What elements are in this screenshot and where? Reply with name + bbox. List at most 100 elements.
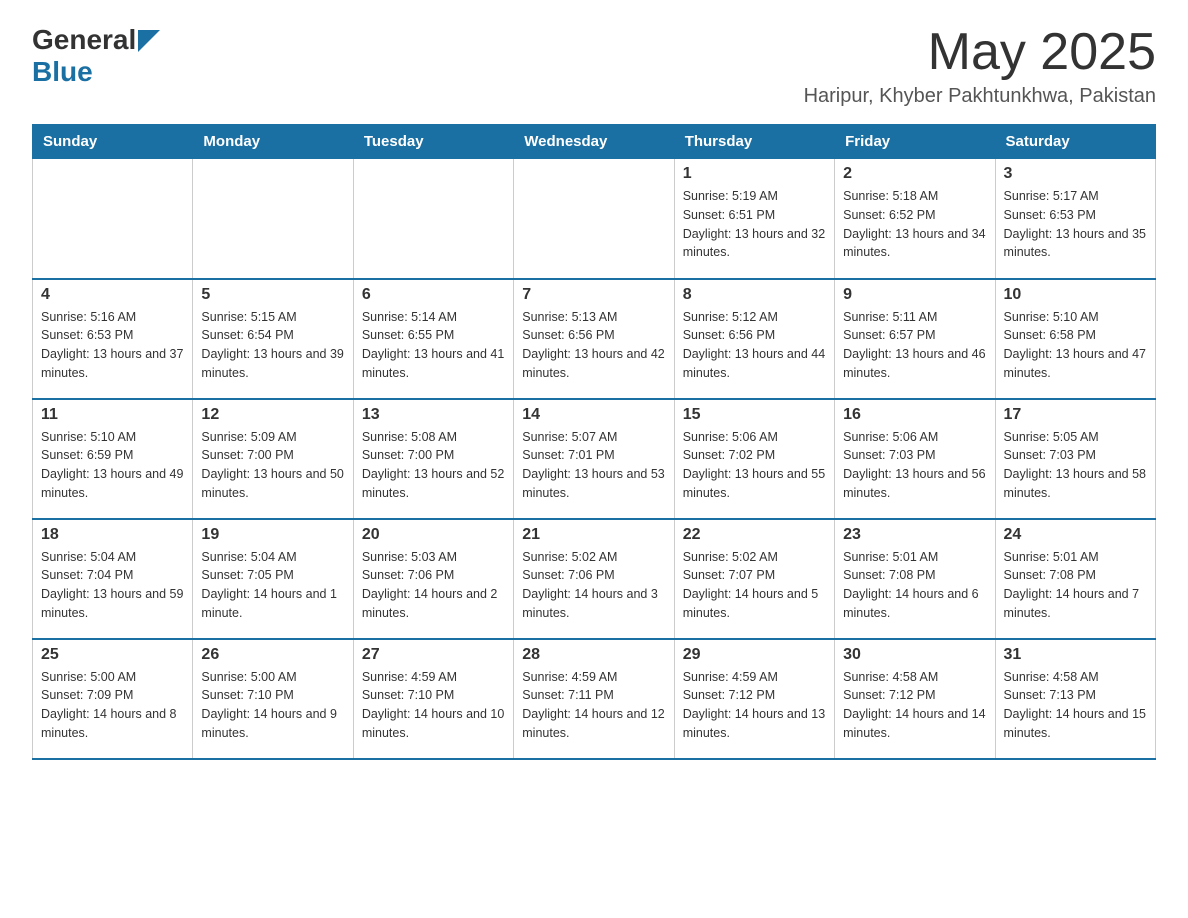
calendar-row-1: 1 Sunrise: 5:19 AMSunset: 6:51 PMDaylight… <box>33 159 1156 279</box>
sun-info: Sunrise: 5:04 AMSunset: 7:05 PMDaylight:… <box>201 548 344 623</box>
sun-info: Sunrise: 5:01 AMSunset: 7:08 PMDaylight:… <box>843 548 986 623</box>
day-number: 30 <box>843 646 986 664</box>
logo: General Blue <box>32 24 160 88</box>
sun-info: Sunrise: 5:12 AMSunset: 6:56 PMDaylight:… <box>683 308 826 383</box>
day-number: 23 <box>843 526 986 544</box>
sun-info: Sunrise: 4:58 AMSunset: 7:13 PMDaylight:… <box>1004 668 1147 743</box>
sun-info: Sunrise: 5:11 AMSunset: 6:57 PMDaylight:… <box>843 308 986 383</box>
title-block: May 2025 Haripur, Khyber Pakhtunkhwa, Pa… <box>804 24 1156 108</box>
sun-info: Sunrise: 5:05 AMSunset: 7:03 PMDaylight:… <box>1004 428 1147 503</box>
sun-info: Sunrise: 5:06 AMSunset: 7:03 PMDaylight:… <box>843 428 986 503</box>
sun-info: Sunrise: 5:10 AMSunset: 6:58 PMDaylight:… <box>1004 308 1147 383</box>
location-subtitle: Haripur, Khyber Pakhtunkhwa, Pakistan <box>804 85 1156 108</box>
day-number: 10 <box>1004 286 1147 304</box>
sun-info: Sunrise: 5:00 AMSunset: 7:10 PMDaylight:… <box>201 668 344 743</box>
sun-info: Sunrise: 5:13 AMSunset: 6:56 PMDaylight:… <box>522 308 665 383</box>
sun-info: Sunrise: 5:10 AMSunset: 6:59 PMDaylight:… <box>41 428 184 503</box>
calendar-cell: 28Sunrise: 4:59 AMSunset: 7:11 PMDayligh… <box>514 639 674 759</box>
sun-info: Sunrise: 5:19 AMSunset: 6:51 PMDaylight:… <box>683 187 826 262</box>
col-saturday: Saturday <box>995 125 1155 159</box>
calendar-cell: 17 Sunrise: 5:05 AMSunset: 7:03 PMDayligh… <box>995 399 1155 519</box>
sun-info: Sunrise: 4:59 AMSunset: 7:10 PMDaylight:… <box>362 668 505 743</box>
sun-info: Sunrise: 5:15 AMSunset: 6:54 PMDaylight:… <box>201 308 344 383</box>
calendar-cell: 14 Sunrise: 5:07 AMSunset: 7:01 PMDayligh… <box>514 399 674 519</box>
day-number: 25 <box>41 646 184 664</box>
col-wednesday: Wednesday <box>514 125 674 159</box>
calendar-header: Sunday Monday Tuesday Wednesday Thursday… <box>33 125 1156 159</box>
calendar-cell: 7 Sunrise: 5:13 AMSunset: 6:56 PMDaylight… <box>514 279 674 399</box>
sun-info: Sunrise: 5:03 AMSunset: 7:06 PMDaylight:… <box>362 548 505 623</box>
sun-info: Sunrise: 5:07 AMSunset: 7:01 PMDaylight:… <box>522 428 665 503</box>
sun-info: Sunrise: 5:17 AMSunset: 6:53 PMDaylight:… <box>1004 187 1147 262</box>
col-monday: Monday <box>193 125 353 159</box>
day-number: 6 <box>362 286 505 304</box>
sun-info: Sunrise: 5:02 AMSunset: 7:07 PMDaylight:… <box>683 548 826 623</box>
sun-info: Sunrise: 5:00 AMSunset: 7:09 PMDaylight:… <box>41 668 184 743</box>
calendar-cell: 13 Sunrise: 5:08 AMSunset: 7:00 PMDayligh… <box>353 399 513 519</box>
calendar-cell: 20Sunrise: 5:03 AMSunset: 7:06 PMDayligh… <box>353 519 513 639</box>
calendar-cell: 6Sunrise: 5:14 AMSunset: 6:55 PMDaylight… <box>353 279 513 399</box>
sun-info: Sunrise: 5:18 AMSunset: 6:52 PMDaylight:… <box>843 187 986 262</box>
calendar-cell: 2 Sunrise: 5:18 AMSunset: 6:52 PMDaylight… <box>835 159 995 279</box>
day-number: 18 <box>41 526 184 544</box>
calendar-cell: 16Sunrise: 5:06 AMSunset: 7:03 PMDayligh… <box>835 399 995 519</box>
day-number: 31 <box>1004 646 1147 664</box>
day-number: 2 <box>843 165 986 183</box>
sun-info: Sunrise: 4:58 AMSunset: 7:12 PMDaylight:… <box>843 668 986 743</box>
sun-info: Sunrise: 5:08 AMSunset: 7:00 PMDaylight:… <box>362 428 505 503</box>
day-number: 5 <box>201 286 344 304</box>
logo-blue-text: Blue <box>32 56 160 88</box>
day-number: 14 <box>522 406 665 424</box>
day-number: 28 <box>522 646 665 664</box>
calendar-cell: 27Sunrise: 4:59 AMSunset: 7:10 PMDayligh… <box>353 639 513 759</box>
calendar-cell: 4Sunrise: 5:16 AMSunset: 6:53 PMDaylight… <box>33 279 193 399</box>
sun-info: Sunrise: 4:59 AMSunset: 7:12 PMDaylight:… <box>683 668 826 743</box>
calendar-row-5: 25 Sunrise: 5:00 AMSunset: 7:09 PMDayligh… <box>33 639 1156 759</box>
calendar-cell: 19Sunrise: 5:04 AMSunset: 7:05 PMDayligh… <box>193 519 353 639</box>
calendar-cell: 9 Sunrise: 5:11 AMSunset: 6:57 PMDaylight… <box>835 279 995 399</box>
logo-arrow-icon <box>138 30 160 52</box>
calendar-cell: 5 Sunrise: 5:15 AMSunset: 6:54 PMDaylight… <box>193 279 353 399</box>
logo-general-text: General <box>32 24 136 56</box>
calendar-cell: 8Sunrise: 5:12 AMSunset: 6:56 PMDaylight… <box>674 279 834 399</box>
calendar-body: 1 Sunrise: 5:19 AMSunset: 6:51 PMDaylight… <box>33 159 1156 759</box>
sun-info: Sunrise: 5:09 AMSunset: 7:00 PMDaylight:… <box>201 428 344 503</box>
day-number: 17 <box>1004 406 1147 424</box>
col-friday: Friday <box>835 125 995 159</box>
calendar-cell: 26Sunrise: 5:00 AMSunset: 7:10 PMDayligh… <box>193 639 353 759</box>
calendar-table: Sunday Monday Tuesday Wednesday Thursday… <box>32 124 1156 760</box>
day-number: 4 <box>41 286 184 304</box>
calendar-cell <box>514 159 674 279</box>
col-tuesday: Tuesday <box>353 125 513 159</box>
day-number: 15 <box>683 406 826 424</box>
calendar-cell <box>193 159 353 279</box>
day-number: 12 <box>201 406 344 424</box>
header-row: Sunday Monday Tuesday Wednesday Thursday… <box>33 125 1156 159</box>
calendar-cell: 21Sunrise: 5:02 AMSunset: 7:06 PMDayligh… <box>514 519 674 639</box>
sun-info: Sunrise: 5:01 AMSunset: 7:08 PMDaylight:… <box>1004 548 1147 623</box>
day-number: 7 <box>522 286 665 304</box>
calendar-row-4: 18Sunrise: 5:04 AMSunset: 7:04 PMDayligh… <box>33 519 1156 639</box>
calendar-cell: 29 Sunrise: 4:59 AMSunset: 7:12 PMDayligh… <box>674 639 834 759</box>
day-number: 1 <box>683 165 826 183</box>
day-number: 13 <box>362 406 505 424</box>
calendar-cell: 25 Sunrise: 5:00 AMSunset: 7:09 PMDayligh… <box>33 639 193 759</box>
page-header: General Blue May 2025 Haripur, Khyber Pa… <box>32 24 1156 108</box>
calendar-row-3: 11Sunrise: 5:10 AMSunset: 6:59 PMDayligh… <box>33 399 1156 519</box>
calendar-cell: 31 Sunrise: 4:58 AMSunset: 7:13 PMDayligh… <box>995 639 1155 759</box>
calendar-cell: 30 Sunrise: 4:58 AMSunset: 7:12 PMDayligh… <box>835 639 995 759</box>
col-thursday: Thursday <box>674 125 834 159</box>
day-number: 22 <box>683 526 826 544</box>
day-number: 9 <box>843 286 986 304</box>
day-number: 21 <box>522 526 665 544</box>
calendar-row-2: 4Sunrise: 5:16 AMSunset: 6:53 PMDaylight… <box>33 279 1156 399</box>
day-number: 3 <box>1004 165 1147 183</box>
calendar-cell: 1 Sunrise: 5:19 AMSunset: 6:51 PMDaylight… <box>674 159 834 279</box>
day-number: 29 <box>683 646 826 664</box>
sun-info: Sunrise: 5:06 AMSunset: 7:02 PMDaylight:… <box>683 428 826 503</box>
calendar-cell <box>353 159 513 279</box>
calendar-cell: 24Sunrise: 5:01 AMSunset: 7:08 PMDayligh… <box>995 519 1155 639</box>
col-sunday: Sunday <box>33 125 193 159</box>
calendar-cell: 11Sunrise: 5:10 AMSunset: 6:59 PMDayligh… <box>33 399 193 519</box>
calendar-cell: 12 Sunrise: 5:09 AMSunset: 7:00 PMDayligh… <box>193 399 353 519</box>
